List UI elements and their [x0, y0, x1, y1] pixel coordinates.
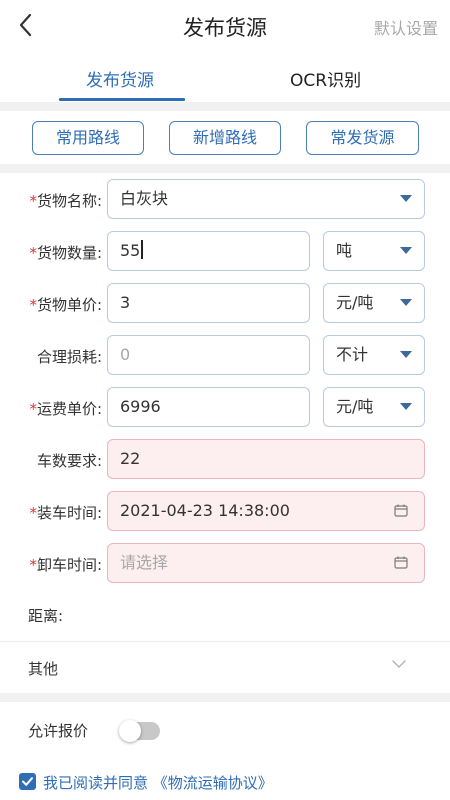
- load-time-picker[interactable]: 2021-04-23 14:38:00: [107, 491, 425, 531]
- cargo-name-select[interactable]: 白灰块: [107, 179, 425, 219]
- dropdown-arrow-icon: [400, 351, 412, 358]
- tab-bar: 发布货源 OCR识别: [0, 52, 450, 102]
- loss-label: 合理损耗:: [36, 348, 102, 366]
- tab-ocr[interactable]: OCR识别: [290, 66, 361, 91]
- freight-price-input[interactable]: 6996: [107, 387, 310, 427]
- other-label: 其他: [28, 660, 59, 678]
- tab-publish-cargo[interactable]: 发布货源: [86, 66, 154, 91]
- calendar-icon: [394, 556, 408, 569]
- load-time-label: *装车时间:: [29, 504, 102, 522]
- other-section-toggle[interactable]: 其他: [0, 643, 450, 693]
- cargo-qty-input[interactable]: 55: [107, 231, 310, 271]
- dropdown-arrow-icon: [400, 247, 412, 254]
- allow-quote-toggle[interactable]: [119, 720, 160, 742]
- section-divider: [0, 693, 450, 702]
- cargo-name-label: *货物名称:: [29, 192, 102, 210]
- freight-price-unit-select[interactable]: 元/吨: [323, 387, 425, 427]
- cargo-qty-unit-select[interactable]: 吨: [323, 231, 425, 271]
- chevron-down-icon: [392, 660, 406, 668]
- dropdown-arrow-icon: [400, 403, 412, 410]
- loss-unit-select[interactable]: 不计: [323, 335, 425, 375]
- text-cursor: [141, 240, 144, 259]
- unit-price-unit-select[interactable]: 元/吨: [323, 283, 425, 323]
- frequent-cargo-button[interactable]: 常发货源: [306, 121, 419, 155]
- loss-input[interactable]: 0: [107, 335, 310, 375]
- truck-count-input[interactable]: 22: [107, 439, 425, 479]
- section-divider: [0, 164, 450, 173]
- default-settings-button[interactable]: 默认设置: [374, 15, 438, 39]
- section-divider: [0, 102, 450, 111]
- freight-price-label: *运费单价:: [29, 400, 102, 418]
- cargo-qty-label: *货物数量:: [29, 244, 102, 262]
- unload-time-picker[interactable]: 请选择: [107, 543, 425, 583]
- allow-quote-label: 允许报价: [28, 722, 89, 740]
- distance-label: 距离:: [28, 607, 64, 625]
- dropdown-arrow-icon: [400, 299, 412, 306]
- calendar-icon: [394, 504, 408, 517]
- agreement-checkbox[interactable]: [19, 773, 36, 790]
- unit-price-label: *货物单价:: [29, 296, 102, 314]
- agreement-text: 我已阅读并同意 《物流运输协议》: [43, 772, 273, 793]
- dropdown-arrow-icon: [400, 195, 412, 202]
- truck-count-label: 车数要求:: [36, 452, 102, 470]
- active-tab-indicator: [59, 98, 185, 101]
- common-routes-button[interactable]: 常用路线: [32, 121, 144, 155]
- unit-price-input[interactable]: 3: [107, 283, 310, 323]
- top-bar: 发布货源 默认设置: [0, 0, 450, 52]
- agreement-prefix: 我已阅读并同意: [43, 774, 149, 792]
- row-divider: [0, 641, 450, 642]
- toggle-knob: [119, 720, 141, 742]
- checkmark-icon: [22, 777, 33, 786]
- agreement-link[interactable]: 《物流运输协议》: [153, 774, 273, 792]
- new-route-button[interactable]: 新增路线: [169, 121, 281, 155]
- unload-time-label: *卸车时间:: [29, 556, 102, 574]
